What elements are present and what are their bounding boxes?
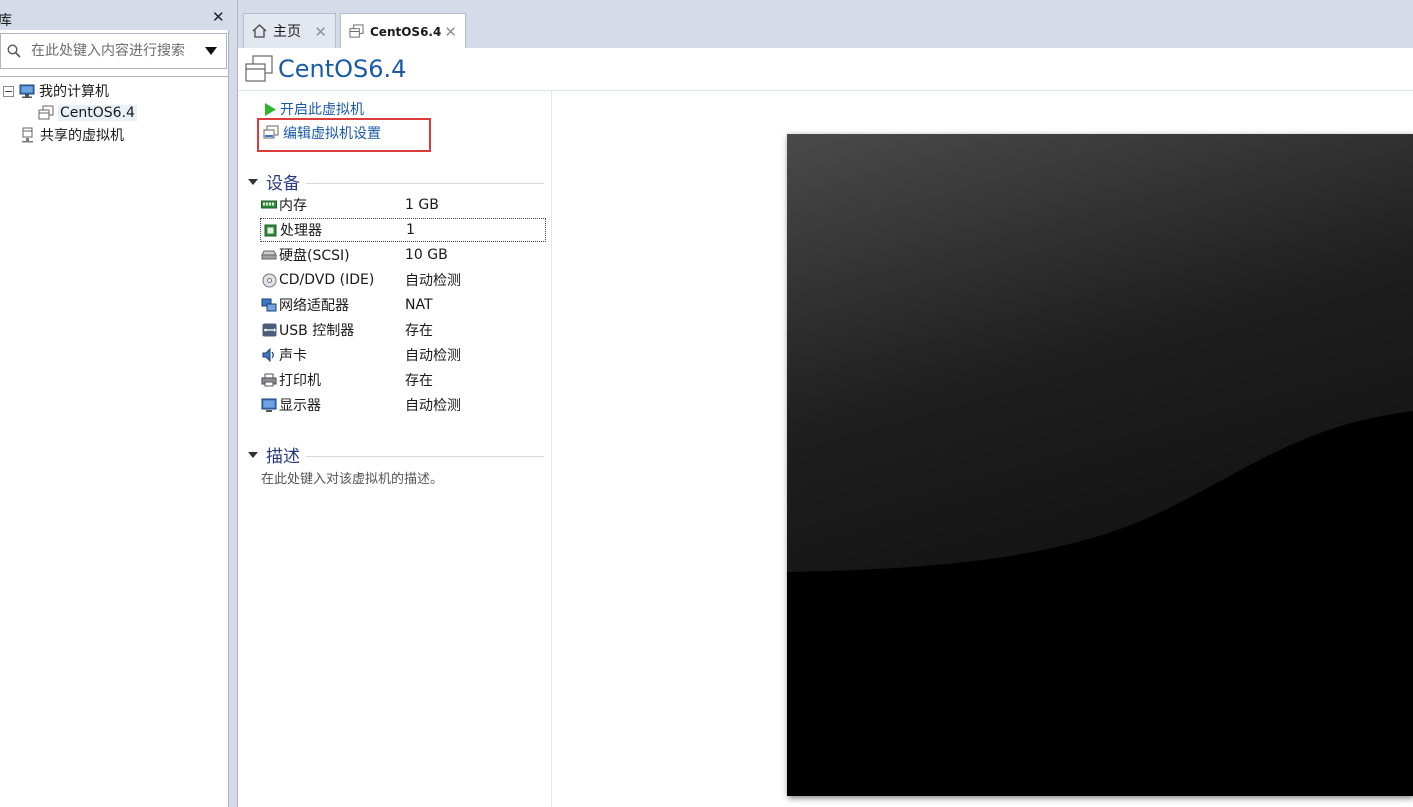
section-title: 描述 <box>266 447 300 467</box>
cdrom-icon <box>260 273 278 288</box>
device-value: 存在 <box>405 323 433 339</box>
devices-section-header[interactable]: 设备 <box>248 169 544 194</box>
tree-item-vm[interactable]: CentOS6.4 <box>38 102 137 124</box>
tab-vm[interactable]: CentOS6.4 ✕ <box>340 13 466 49</box>
device-row-cdrom[interactable]: CD/DVD (IDE) 自动检测 <box>260 268 546 292</box>
device-row-printer[interactable]: 打印机 存在 <box>260 368 546 392</box>
vm-title-bar: CentOS6.4 <box>238 48 1413 91</box>
description-placeholder[interactable]: 在此处键入对该虚拟机的描述。 <box>261 468 443 487</box>
tab-label: CentOS6.4 <box>370 24 442 39</box>
tree-item-my-computer[interactable]: − 我的计算机 <box>3 80 109 102</box>
device-value: 自动检测 <box>405 348 461 364</box>
tree-item-label: 我的计算机 <box>39 84 109 100</box>
device-row-memory[interactable]: 内存 1 GB <box>260 193 546 217</box>
library-header: 库 ✕ <box>0 0 229 30</box>
search-icon <box>7 44 21 58</box>
vm-icon <box>38 105 54 121</box>
device-value: 自动检测 <box>405 398 461 414</box>
device-name: CD/DVD (IDE) <box>279 272 375 288</box>
shared-vm-icon <box>20 127 36 143</box>
section-divider <box>306 183 544 184</box>
device-name: 内存 <box>279 198 307 214</box>
tab-home[interactable]: 主页 ✕ <box>243 13 336 48</box>
device-value: 10 GB <box>405 247 448 263</box>
vm-screen-graphic <box>787 134 1413 796</box>
tree-item-label: 共享的虚拟机 <box>40 128 124 144</box>
tab-close-icon[interactable]: ✕ <box>444 23 457 41</box>
device-name: 打印机 <box>279 373 321 389</box>
device-name: 声卡 <box>279 348 307 364</box>
search-input[interactable] <box>31 43 199 59</box>
processor-icon <box>261 224 279 237</box>
search-dropdown-icon[interactable] <box>205 47 217 55</box>
library-title: 库 <box>0 13 12 29</box>
computer-icon <box>19 84 35 99</box>
library-divider <box>0 76 228 77</box>
speaker-icon <box>260 348 278 362</box>
device-name: 处理器 <box>280 223 322 239</box>
section-title: 设备 <box>266 174 300 194</box>
tab-bar: 主页 ✕ CentOS6.4 ✕ <box>238 0 1413 49</box>
tree-item-label: CentOS6.4 <box>58 105 137 121</box>
device-name: 硬盘(SCSI) <box>279 248 350 264</box>
device-row-processor[interactable]: 处理器 1 <box>260 218 546 242</box>
usb-icon <box>260 323 278 337</box>
device-row-harddisk[interactable]: 硬盘(SCSI) 10 GB <box>260 243 546 267</box>
play-icon <box>264 102 276 116</box>
device-name: 显示器 <box>279 398 321 414</box>
device-row-sound[interactable]: 声卡 自动检测 <box>260 343 546 367</box>
library-panel: 库 ✕ − 我的计算机 <box>0 0 229 807</box>
vm-icon <box>349 24 364 39</box>
device-value: 存在 <box>405 373 433 389</box>
device-value: 1 <box>406 222 415 238</box>
power-on-label: 开启此虚拟机 <box>280 102 364 118</box>
device-row-display[interactable]: 显示器 自动检测 <box>260 393 546 417</box>
home-icon <box>252 24 267 38</box>
device-row-usb[interactable]: USB 控制器 存在 <box>260 318 546 342</box>
highlight-annotation <box>257 118 431 152</box>
network-icon <box>260 298 278 313</box>
collapse-icon[interactable]: − <box>3 85 14 97</box>
page-title: CentOS6.4 <box>278 55 407 83</box>
memory-icon <box>260 200 278 210</box>
section-divider <box>306 456 544 457</box>
vm-large-icon <box>244 54 274 88</box>
printer-icon <box>260 373 278 387</box>
device-name: USB 控制器 <box>279 323 355 339</box>
monitor-icon <box>260 398 278 413</box>
description-section-header[interactable]: 描述 <box>248 442 544 467</box>
library-close-icon[interactable]: ✕ <box>212 10 225 25</box>
device-value: 自动检测 <box>405 273 461 289</box>
tree-item-shared-vms[interactable]: 共享的虚拟机 <box>20 124 124 146</box>
harddisk-icon <box>260 250 278 260</box>
collapse-arrow-icon[interactable] <box>248 178 258 185</box>
power-on-link[interactable]: 开启此虚拟机 <box>264 99 364 119</box>
library-search-box[interactable] <box>0 33 227 69</box>
collapse-arrow-icon[interactable] <box>248 451 258 458</box>
device-value: 1 GB <box>405 197 439 213</box>
tab-label: 主页 <box>273 24 301 40</box>
device-name: 网络适配器 <box>279 298 349 314</box>
device-row-network[interactable]: 网络适配器 NAT <box>260 293 546 317</box>
device-value: NAT <box>405 297 433 313</box>
vm-screen-thumbnail[interactable] <box>787 134 1413 796</box>
tab-close-icon[interactable]: ✕ <box>314 23 327 41</box>
